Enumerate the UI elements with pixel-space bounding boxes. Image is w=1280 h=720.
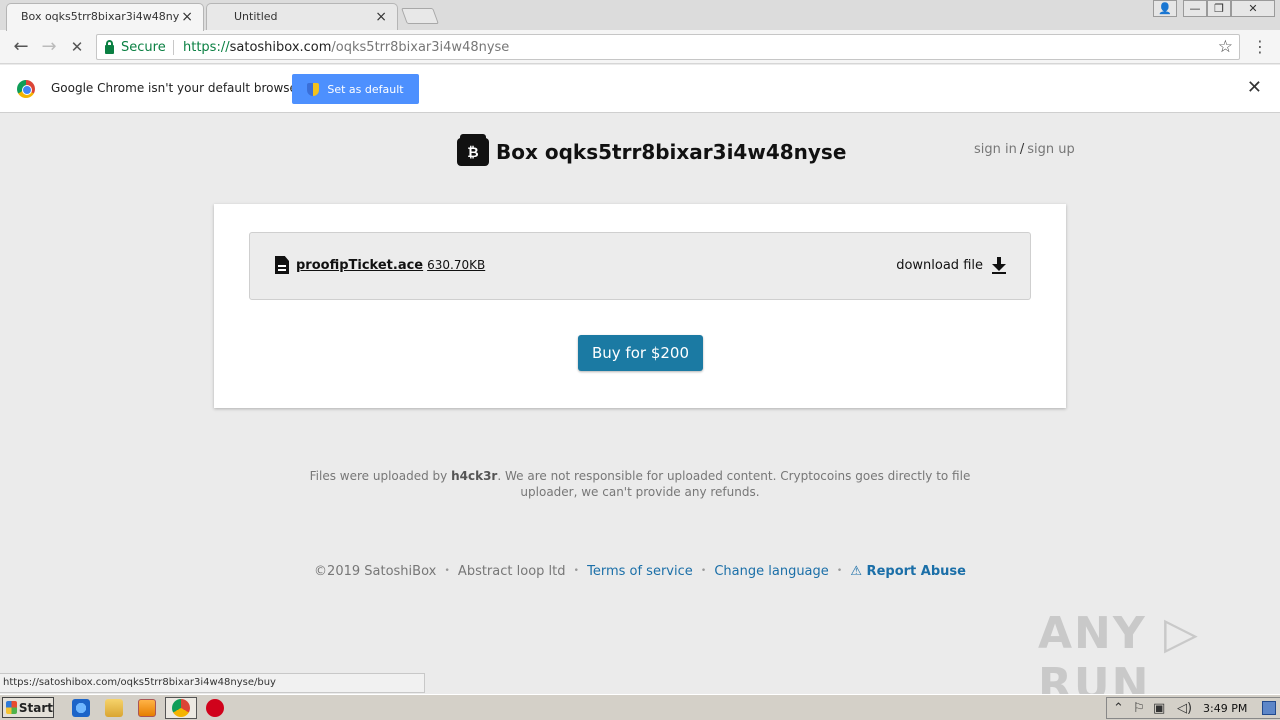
disclaimer-suffix: . We are not responsible for uploaded co… <box>497 469 971 499</box>
media-player-icon[interactable] <box>138 699 156 717</box>
address-separator <box>173 40 174 55</box>
link-status-bar: https://satoshibox.com/oqks5trr8bixar3i4… <box>0 673 425 693</box>
windows-logo-icon <box>6 701 17 714</box>
bitcoin-box-icon: ₿ <box>457 134 489 166</box>
network-icon[interactable]: ▣ <box>1153 701 1165 716</box>
url-text[interactable]: https://satoshibox.com/oqks5trr8bixar3i4… <box>183 40 509 55</box>
address-bar[interactable]: Secure https://satoshibox.com/oqks5trr8b… <box>96 34 1240 60</box>
file-row: proofipTicket.ace 630.70KB download file <box>249 232 1031 300</box>
start-label: Start <box>18 700 53 715</box>
file-size: 630.70KB <box>427 258 486 272</box>
tab-close-icon[interactable]: × <box>375 9 387 25</box>
file-card: proofipTicket.ace 630.70KB download file… <box>214 204 1066 408</box>
chrome-taskbar-icon <box>172 699 190 717</box>
disclaimer-text: Files were uploaded by h4ck3r. We are no… <box>300 468 980 500</box>
show-desktop-icon[interactable] <box>1262 701 1276 715</box>
set-as-default-button[interactable]: Set as default <box>292 74 419 104</box>
auth-links: sign in / sign up <box>974 142 1075 157</box>
windows-taskbar: Start ⌃ ⚐ ▣ ◁) 3:49 PM <box>0 694 1280 720</box>
download-file-link[interactable]: download file <box>896 256 1006 274</box>
file-link[interactable]: proofipTicket.ace 630.70KB <box>275 256 485 274</box>
report-abuse-link[interactable]: ⚠ Report Abuse <box>850 564 966 579</box>
change-language-link[interactable]: Change language <box>714 564 828 579</box>
minimize-button[interactable]: — <box>1183 0 1207 17</box>
infobar-message: Google Chrome isn't your default browser <box>51 81 302 95</box>
action-center-flag-icon[interactable]: ⚐ <box>1133 701 1145 716</box>
taskbar-chrome-button[interactable] <box>165 697 197 719</box>
lock-icon <box>105 39 114 54</box>
taskbar-clock[interactable]: 3:49 PM <box>1203 702 1247 715</box>
buy-button[interactable]: Buy for $200 <box>578 335 703 371</box>
company-text: Abstract loop ltd <box>457 564 566 579</box>
download-icon <box>992 256 1006 274</box>
url-scheme: https:// <box>183 40 230 55</box>
window-close-button[interactable]: ✕ <box>1231 0 1275 17</box>
tab-untitled[interactable]: Untitled × <box>206 3 398 30</box>
restore-button[interactable]: ❐ <box>1207 0 1231 17</box>
back-arrow-icon[interactable]: ← <box>10 36 32 58</box>
infobar-close-icon[interactable]: ✕ <box>1247 77 1262 98</box>
tab-satoshibox[interactable]: Box oqks5trr8bixar3i4w48ny × <box>6 3 204 31</box>
new-tab-button[interactable] <box>401 8 439 24</box>
file-name: proofipTicket.ace <box>296 257 424 273</box>
footer-separator: • <box>836 566 843 576</box>
internet-explorer-icon[interactable] <box>72 699 90 717</box>
page-brand[interactable]: ₿ Box oqks5trr8bixar3i4w48nyse <box>457 134 847 166</box>
auth-separator: / <box>1019 142 1025 157</box>
terms-of-service-link[interactable]: Terms of service <box>587 564 693 579</box>
chrome-menu-icon[interactable]: ⋮ <box>1252 37 1268 57</box>
bookmark-star-icon[interactable]: ☆ <box>1218 37 1233 57</box>
copyright-text: ©2019 SatoshiBox <box>314 564 437 579</box>
download-label: download file <box>896 257 983 273</box>
document-icon <box>275 256 289 274</box>
default-browser-infobar: Google Chrome isn't your default browser… <box>0 65 1280 113</box>
start-button[interactable]: Start <box>2 697 54 718</box>
secure-label: Secure <box>121 40 166 55</box>
volume-icon[interactable]: ◁) <box>1177 701 1192 716</box>
uploader-name: h4ck3r <box>451 469 498 483</box>
footer-separator: • <box>700 566 707 576</box>
forward-arrow-icon[interactable]: → <box>38 36 60 58</box>
file-explorer-icon[interactable] <box>105 699 123 717</box>
user-icon[interactable]: 👤 <box>1153 0 1177 17</box>
url-path: /oqks5trr8bixar3i4w48nyse <box>331 40 510 55</box>
tab-title: Box oqks5trr8bixar3i4w48ny <box>21 10 180 23</box>
page-footer: ©2019 SatoshiBox • Abstract loop ltd • T… <box>0 564 1280 579</box>
footer-separator: • <box>573 566 579 576</box>
browser-titlebar: Box oqks5trr8bixar3i4w48ny × Untitled × … <box>0 0 1280 31</box>
sign-up-link[interactable]: sign up <box>1027 142 1075 157</box>
page-header: ₿ Box oqks5trr8bixar3i4w48nyse sign in / s… <box>0 114 1280 194</box>
sign-in-link[interactable]: sign in <box>974 142 1017 157</box>
stop-sign-icon[interactable] <box>206 699 224 717</box>
chrome-logo-icon <box>17 80 35 98</box>
footer-separator: • <box>444 566 450 576</box>
url-host: satoshibox.com <box>229 40 332 55</box>
tab-title: Untitled <box>234 10 278 23</box>
stop-loading-icon[interactable]: ✕ <box>66 36 88 58</box>
tray-chevron-up-icon[interactable]: ⌃ <box>1113 701 1124 716</box>
disclaimer-prefix: Files were uploaded by <box>309 469 452 483</box>
system-tray: ⌃ ⚐ ▣ ◁) 3:49 PM <box>1106 697 1280 719</box>
browser-toolbar: ← → ✕ Secure https://satoshibox.com/oqks… <box>0 30 1280 64</box>
tab-close-icon[interactable]: × <box>181 9 193 25</box>
set-as-default-label: Set as default <box>327 82 404 96</box>
secure-indicator[interactable]: Secure <box>105 39 166 55</box>
page-title: Box oqks5trr8bixar3i4w48nyse <box>496 140 847 164</box>
uac-shield-icon <box>307 82 320 96</box>
